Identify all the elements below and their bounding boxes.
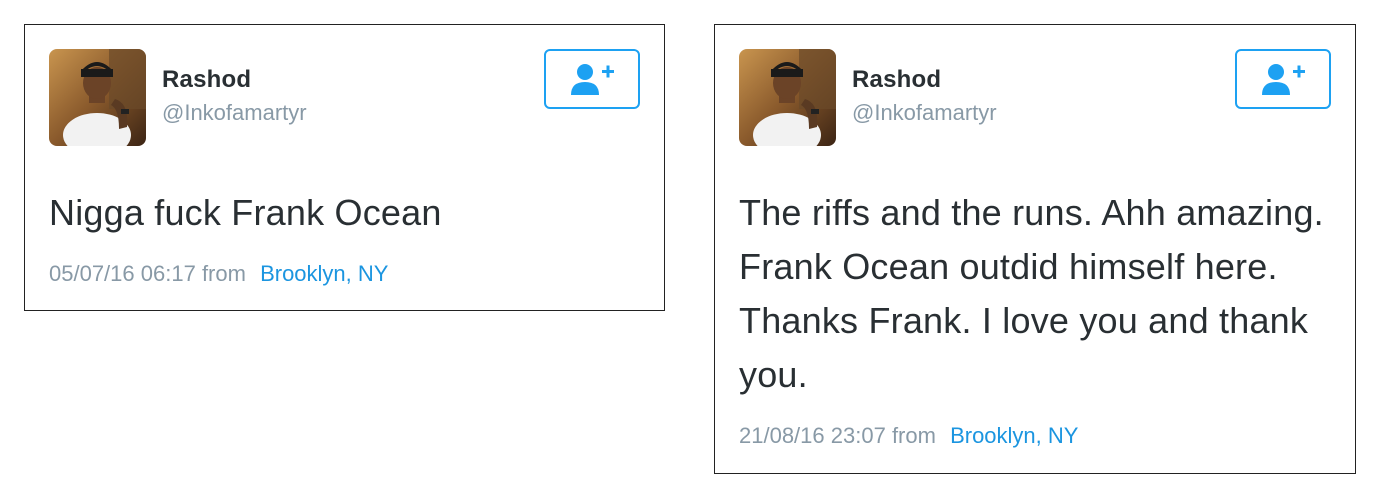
from-label: from [891,423,936,448]
user-handle[interactable]: @Inkofamartyr [162,100,307,126]
timestamp[interactable]: 21/08/16 23:07 [739,423,886,448]
tweet-meta: 21/08/16 23:07 from Brooklyn, NY [739,423,1078,449]
location-link[interactable]: Brooklyn, NY [950,423,1078,448]
add-user-icon [571,64,614,95]
follow-button[interactable] [544,49,640,109]
add-user-icon [1262,64,1305,95]
avatar[interactable] [739,49,836,146]
tweet-card: Rashod @Inkofamartyr The riffs and the r… [714,24,1356,474]
tweet-card: Rashod @Inkofamartyr Nigga fuck Frank Oc… [24,24,665,311]
from-label: from [201,261,246,286]
tweet-text: Nigga fuck Frank Ocean [49,192,442,233]
display-name[interactable]: Rashod [162,66,251,94]
tweet-text: The riffs and the runs. Ahh amazing. Fra… [739,192,1324,395]
display-name[interactable]: Rashod [852,66,941,94]
avatar[interactable] [49,49,146,146]
user-handle[interactable]: @Inkofamartyr [852,100,997,126]
location-link[interactable]: Brooklyn, NY [260,261,388,286]
timestamp[interactable]: 05/07/16 06:17 [49,261,196,286]
follow-button[interactable] [1235,49,1331,109]
tweet-meta: 05/07/16 06:17 from Brooklyn, NY [49,261,388,287]
